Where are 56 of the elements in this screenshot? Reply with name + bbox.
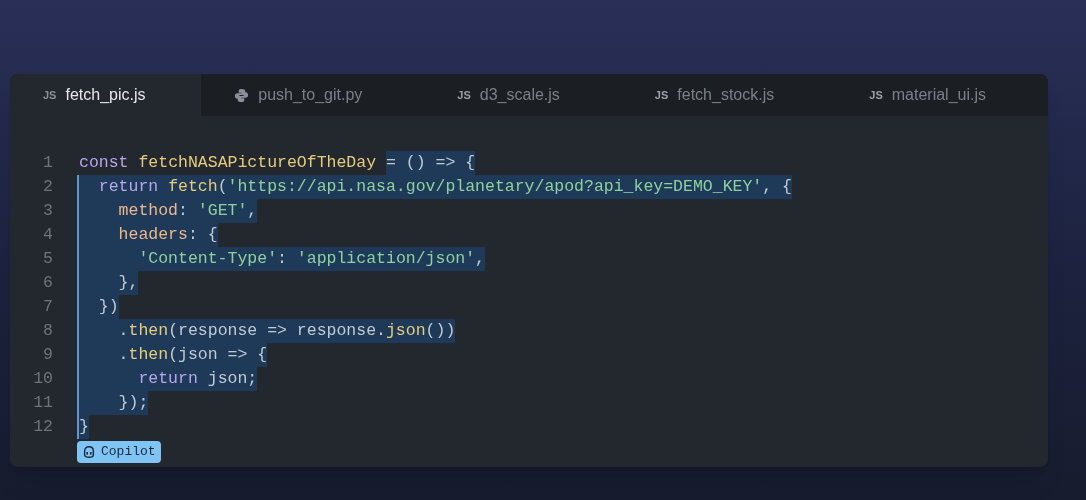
line-number: 10 — [32, 368, 54, 390]
code-token: , { — [762, 175, 792, 199]
code-token: return — [79, 175, 169, 199]
code-token: } — [79, 415, 89, 439]
line-number: 5 — [42, 248, 54, 270]
code-token: 'https://api.nasa.gov/planetary/apod?api_key=DEMO_KEY' — [227, 175, 763, 199]
line-number: 12 — [32, 416, 54, 438]
code-token: , — [475, 247, 485, 271]
code-token: . — [79, 319, 129, 343]
code-token: 'GET' — [197, 199, 248, 223]
code-token: }) — [79, 295, 119, 319]
editor-tab[interactable]: JS d3_scale.js — [424, 74, 622, 116]
code-token: ()) — [425, 319, 456, 343]
robot-icon — [82, 445, 96, 459]
copilot-badge: Copilot — [77, 441, 161, 463]
editor-tab[interactable]: JS fetch_stock.js — [621, 74, 837, 116]
line-number: 11 — [32, 392, 54, 414]
code-token: , — [247, 199, 258, 223]
line-number: 9 — [42, 344, 54, 366]
python-icon — [234, 87, 250, 103]
code-token: return — [79, 367, 198, 391]
js-file-icon: JS — [457, 86, 471, 104]
code-token: (response => response. — [168, 319, 386, 343]
code-token: then — [128, 343, 169, 367]
code-token: = () => { — [385, 151, 476, 175]
code-token: ( — [217, 175, 228, 199]
line-number: 3 — [42, 200, 54, 222]
code-token: : — [277, 247, 297, 271]
line-number: 6 — [42, 272, 54, 294]
line-number: 1 — [42, 152, 54, 174]
code-token: method — [79, 199, 179, 223]
code-token: }); — [79, 391, 149, 415]
js-file-icon: JS — [869, 86, 883, 104]
code-token: headers — [79, 223, 188, 247]
line-number: 4 — [42, 224, 54, 246]
code-token: : — [178, 199, 198, 223]
line-number: 8 — [42, 320, 54, 342]
code-token: (json => { — [168, 343, 268, 367]
code-token: json; — [197, 367, 258, 391]
code-token: fetch — [168, 175, 218, 199]
code-token: : { — [187, 223, 218, 247]
code-token: 'application/json' — [296, 247, 476, 271]
line-number: 7 — [42, 296, 54, 318]
code-token: }, — [79, 271, 139, 295]
editor-tab[interactable]: push_to_git.py — [201, 74, 425, 116]
line-number: 2 — [42, 176, 54, 198]
js-file-icon: JS — [43, 86, 57, 104]
code-token: json — [385, 319, 426, 343]
editor-tab[interactable]: JS material_ui.js — [836, 74, 1048, 116]
code-token: fetchNASAPictureOfTheDay — [138, 152, 378, 174]
editor-tab[interactable]: JS fetch_pic.js — [10, 74, 202, 116]
code-token: 'Content-Type' — [79, 247, 278, 271]
code-token: const — [79, 152, 130, 174]
code-token: . — [79, 343, 129, 367]
code-token: then — [128, 319, 169, 343]
js-file-icon: JS — [654, 86, 669, 104]
